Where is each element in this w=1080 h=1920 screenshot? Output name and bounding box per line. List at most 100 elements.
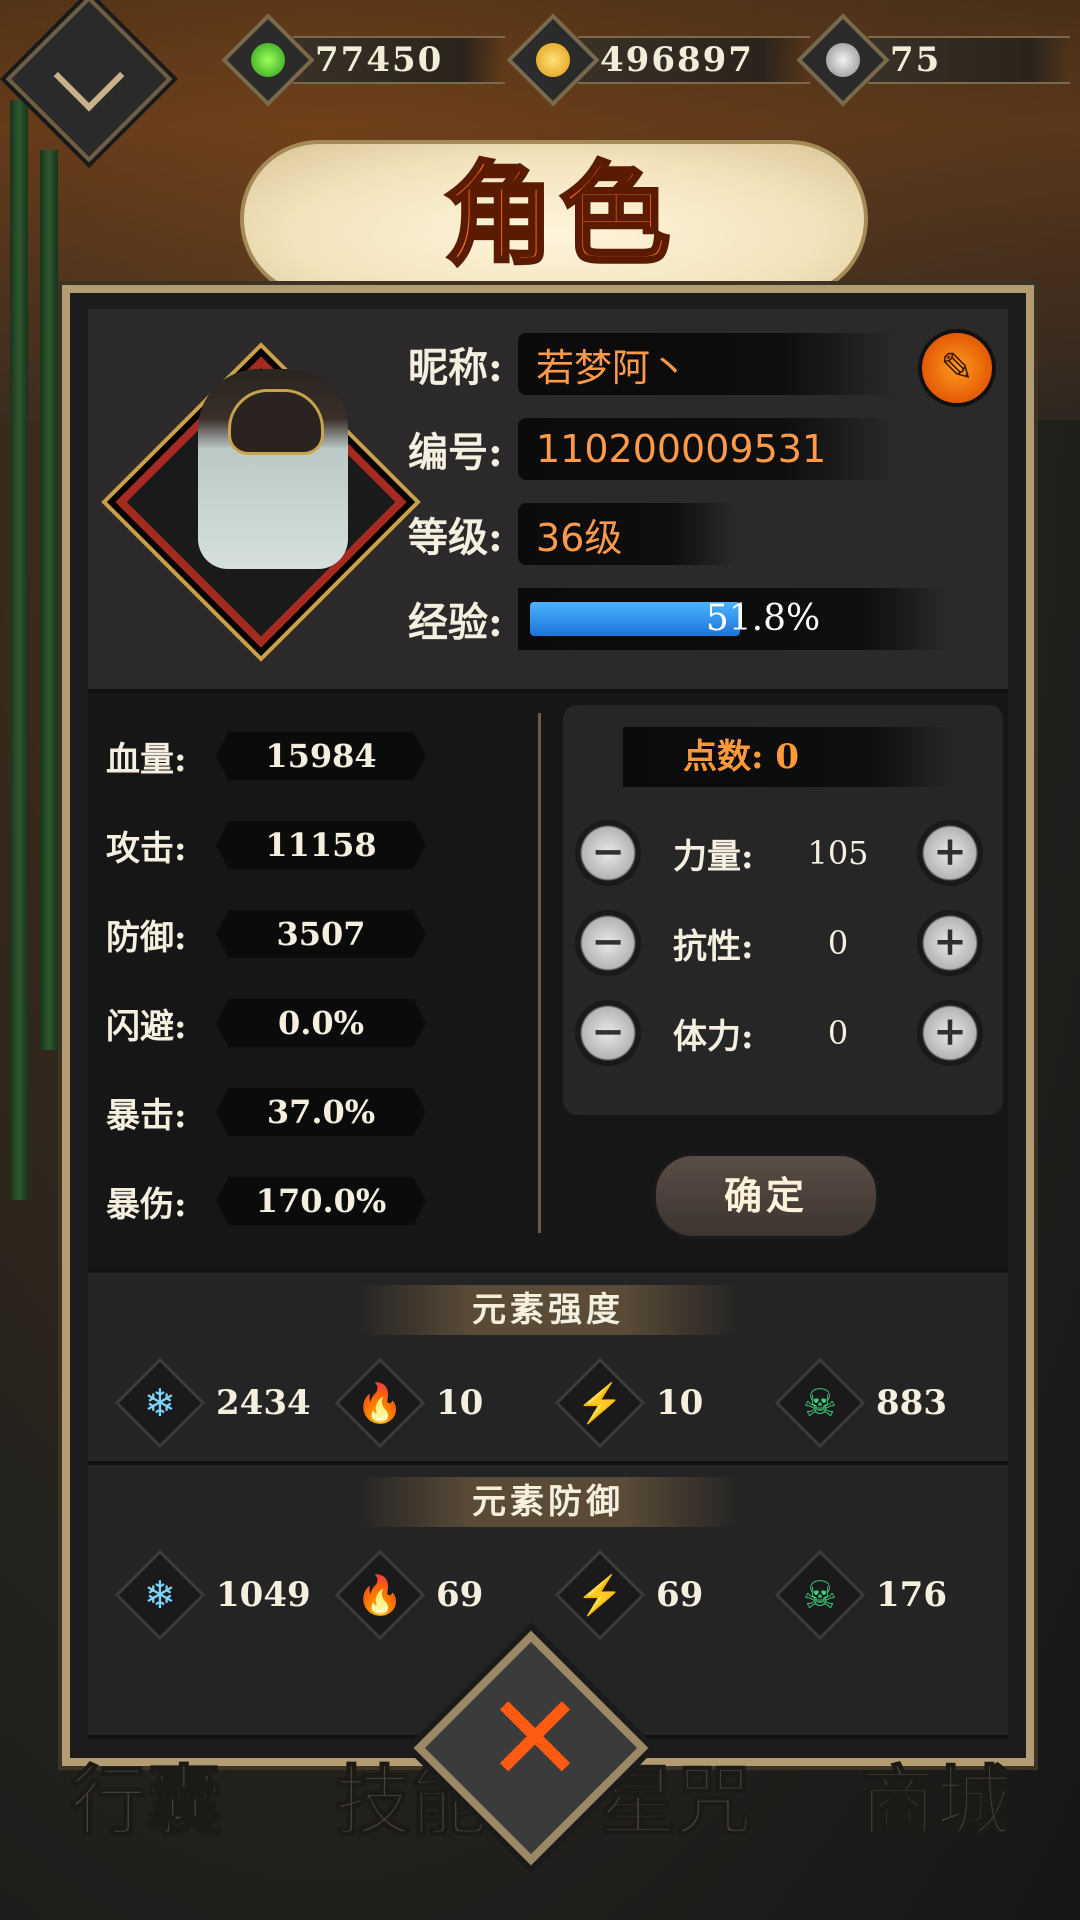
tab-bag[interactable]: 行囊 [69,1740,223,1850]
points-row-strength: − 力量: 105 + [575,815,995,891]
background-bamboo [10,100,28,1200]
fire-flame-icon: 🔥 [334,1357,426,1449]
stat-attack: 攻击: 11158 [106,817,426,873]
stat-crit: 暴击: 37.0% [106,1084,426,1140]
stat-crit-damage: 暴伤: 170.0% [106,1173,426,1229]
stats-section: 血量: 15984 攻击: 11158 防御: 3507 闪避: 0.0% 暴击… [88,693,1008,1272]
element-value: 69 [656,1575,704,1615]
element-strength-section: 元素强度 ❄ 2434 🔥 10 ⚡ 10 ☠ 883 [88,1273,1008,1465]
lightning-bolt-icon: ⚡ [554,1549,646,1641]
stat-label: 闪避: [106,1006,187,1047]
close-icon[interactable]: ✕ [470,1675,600,1805]
poison-skull-icon: ☠ [774,1549,866,1641]
stat-value: 3507 [216,910,426,958]
exp-label: 经验: [408,599,503,646]
points-header: 点数: 0 [623,727,953,787]
stat-value: 37.0% [216,1088,426,1136]
stat-label: 防御: [106,917,187,958]
confirm-button[interactable]: 确定 [653,1153,879,1239]
minus-stamina-button[interactable]: − [575,1000,641,1066]
points-row-resistance: − 抗性: 0 + [575,905,995,981]
lightning-glyph: ⚡ [576,1380,624,1425]
nickname-label: 昵称: [408,344,503,391]
points-label: 抗性: [673,926,754,967]
fire-glyph: 🔥 [356,1572,404,1617]
element-value: 883 [876,1383,947,1423]
element-strength-title: 元素强度 [358,1285,738,1335]
stat-label: 攻击: [106,828,187,869]
element-strength-poison: ☠ 883 [774,1357,947,1449]
fire-flame-icon: 🔥 [334,1549,426,1641]
attribute-points-box: 点数: 0 − 力量: 105 + − 抗性: 0 + − 体力: 0 + [563,705,1003,1115]
id-row: 编号: 110200009531 [408,414,896,484]
plus-resistance-button[interactable]: + [917,910,983,976]
minus-icon: − [591,918,625,965]
stat-value: 11158 [216,821,426,869]
poison-skull-icon: ☠ [774,1357,866,1449]
character-panel: 昵称: 若梦阿丶 ✎ 编号: 110200009531 等级: 36级 经验: … [62,285,1034,1766]
plus-icon: + [933,1008,967,1055]
element-value: 69 [436,1575,484,1615]
currency-silver-value: 75 [868,36,1070,84]
stat-label: 暴伤: [106,1184,187,1225]
stat-hp: 血量: 15984 [106,728,426,784]
plus-icon: + [933,918,967,965]
level-value: 36级 [518,503,736,565]
element-defense-poison: ☠ 176 [774,1549,947,1641]
element-value: 10 [656,1383,704,1423]
ice-snowflake-icon: ❄ [114,1357,206,1449]
points-value: 0 [827,1014,849,1052]
element-defense-lightning: ⚡ 69 [554,1549,704,1641]
stats-scroll-divider[interactable] [538,713,541,1233]
plus-strength-button[interactable]: + [917,820,983,886]
points-value: 0 [827,924,849,962]
ice-glyph: ❄ [144,1381,176,1425]
exp-progress-bar: 51.8% [518,588,948,650]
stat-value: 15984 [216,732,426,780]
currency-silver: 75 [796,13,1070,107]
element-strength-fire: 🔥 10 [334,1357,484,1449]
element-value: 1049 [216,1575,311,1615]
lightning-glyph: ⚡ [576,1572,624,1617]
currency-jade: 77450 [221,13,505,107]
ice-glyph: ❄ [144,1573,176,1617]
edit-nickname-button[interactable]: ✎ [918,329,996,407]
id-value: 110200009531 [518,418,896,480]
poison-glyph: ☠ [802,1572,838,1617]
stat-value: 0.0% [216,999,426,1047]
exp-row: 经验: 51.8% [408,584,948,654]
element-value: 10 [436,1383,484,1423]
tab-shop[interactable]: 商城 [859,1740,1013,1850]
stat-label: 暴击: [106,1095,187,1136]
element-defense-title: 元素防御 [358,1477,738,1527]
level-label: 等级: [408,514,503,561]
chevron-down-icon [53,40,125,112]
green-drop-icon [221,13,315,107]
points-row-stamina: − 体力: 0 + [575,995,995,1071]
exp-progress-text: 51.8% [705,598,821,639]
plus-stamina-button[interactable]: + [917,1000,983,1066]
element-value: 2434 [216,1383,311,1423]
ice-snowflake-icon: ❄ [114,1549,206,1641]
profile-section: 昵称: 若梦阿丶 ✎ 编号: 110200009531 等级: 36级 经验: … [88,309,1008,693]
element-strength-lightning: ⚡ 10 [554,1357,704,1449]
points-label: 力量: [673,836,754,877]
element-defense-ice: ❄ 1049 [114,1549,311,1641]
points-label: 体力: [673,1016,754,1057]
currency-gold: 496897 [506,13,810,107]
level-row: 等级: 36级 [408,499,736,569]
minus-resistance-button[interactable]: − [575,910,641,976]
nickname-row: 昵称: 若梦阿丶 [408,329,896,399]
poison-glyph: ☠ [802,1380,838,1425]
element-strength-ice: ❄ 2434 [114,1357,311,1449]
stat-defense: 防御: 3507 [106,906,426,962]
points-value: 105 [807,834,869,872]
element-value: 176 [876,1575,947,1615]
minus-strength-button[interactable]: − [575,820,641,886]
nickname-value: 若梦阿丶 [518,333,896,395]
fire-glyph: 🔥 [356,1380,404,1425]
silver-swirl-icon [796,13,890,107]
background-bamboo [40,150,58,1050]
minus-icon: − [591,828,625,875]
currency-bar: 77450 496897 75 [0,0,1080,163]
